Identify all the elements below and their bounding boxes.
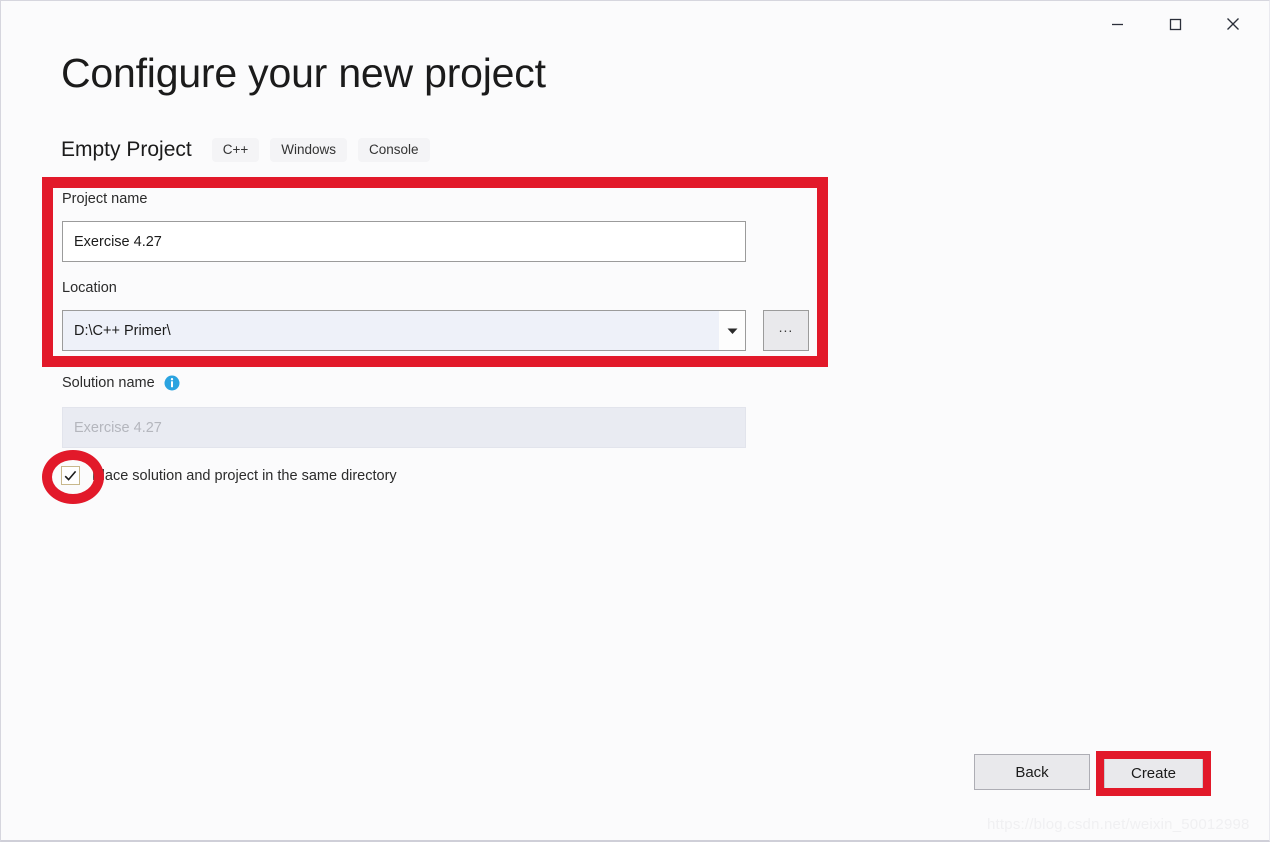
checkmark-icon — [64, 470, 77, 481]
template-name: Empty Project — [61, 138, 192, 161]
maximize-button[interactable] — [1152, 9, 1198, 39]
tag-project-type: Console — [358, 137, 430, 163]
page-title: Configure your new project — [61, 50, 546, 96]
title-bar — [1, 1, 1270, 45]
create-button[interactable]: Create — [1104, 757, 1203, 790]
back-button[interactable]: Back — [974, 754, 1090, 790]
same-directory-label: Place solution and project in the same d… — [92, 467, 397, 484]
project-name-input[interactable]: Exercise 4.27 — [62, 221, 746, 262]
solution-name-label-row: Solution name — [62, 375, 180, 391]
same-directory-checkbox[interactable] — [61, 466, 80, 485]
location-label: Location — [62, 280, 117, 296]
template-summary: Empty Project C++ Windows Console — [61, 135, 441, 165]
close-icon — [1226, 17, 1240, 31]
location-dropdown-button[interactable] — [719, 311, 745, 350]
same-directory-checkbox-row[interactable]: Place solution and project in the same d… — [61, 466, 397, 485]
info-icon[interactable] — [164, 375, 180, 391]
location-input[interactable]: D:\C++ Primer\ — [63, 323, 719, 339]
minimize-button[interactable] — [1094, 9, 1140, 39]
tag-language: C++ — [211, 137, 260, 163]
solution-name-input[interactable]: Exercise 4.27 — [62, 407, 746, 448]
close-button[interactable] — [1210, 9, 1256, 39]
configure-project-dialog: Configure your new project Empty Project… — [0, 0, 1270, 842]
minimize-icon — [1111, 18, 1124, 31]
project-name-label: Project name — [62, 191, 148, 207]
browse-location-button[interactable]: ... — [763, 310, 809, 351]
solution-name-label: Solution name — [62, 375, 155, 391]
location-combobox[interactable]: D:\C++ Primer\ — [62, 310, 746, 351]
tag-platform: Windows — [270, 137, 348, 163]
watermark: https://blog.csdn.net/weixin_50012998 — [987, 816, 1250, 833]
chevron-down-icon — [727, 322, 738, 340]
maximize-icon — [1169, 18, 1182, 31]
